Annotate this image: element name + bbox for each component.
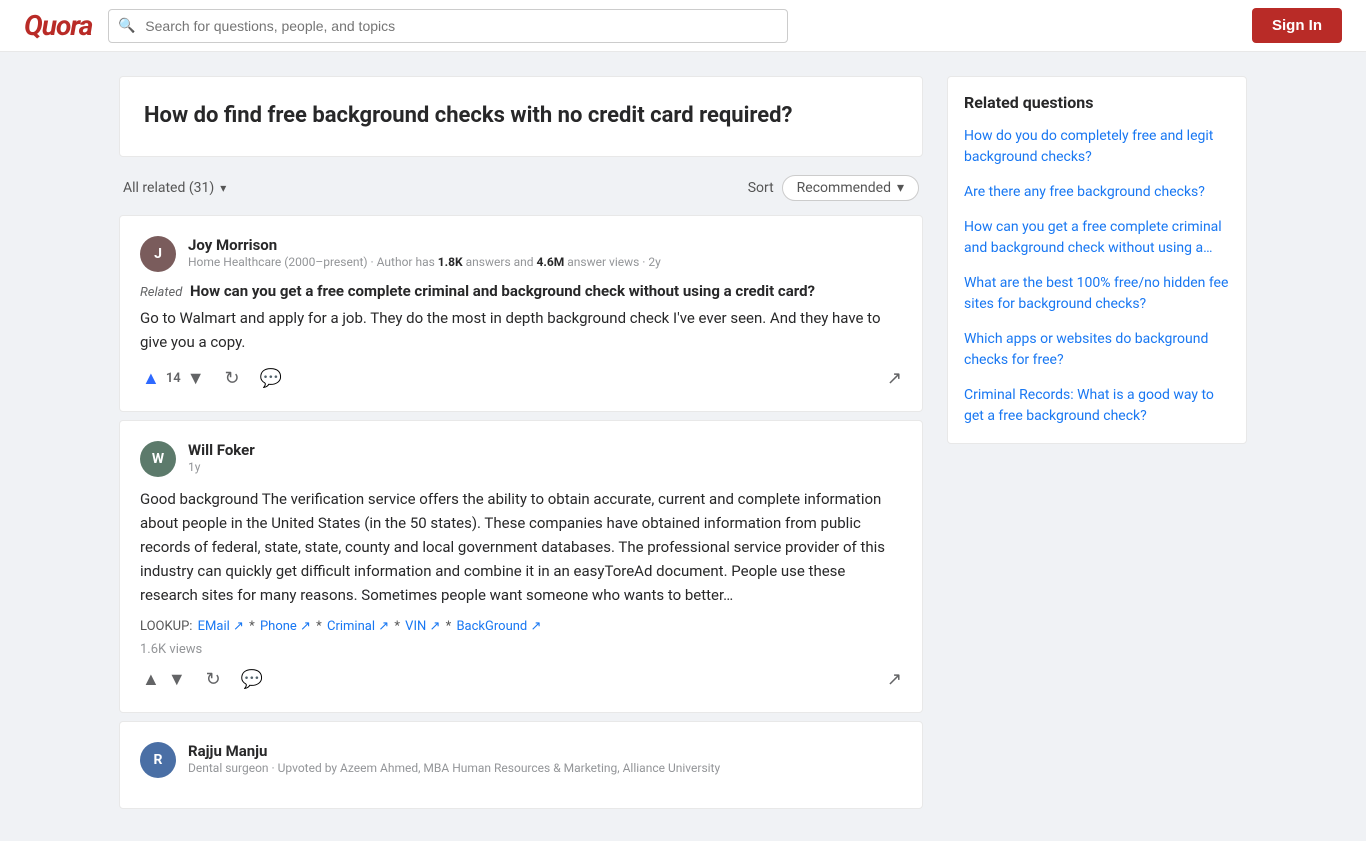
author-info-rajju-manju: Rajju Manju Dental surgeon · Upvoted by … [188,742,902,777]
chevron-down-icon: ▾ [220,181,226,195]
header: Quora 🔍 Sign In [0,0,1366,52]
search-icon: 🔍 [118,18,135,34]
recommended-label: Recommended [797,180,891,196]
lookup-background-link[interactable]: BackGround ↗ [456,619,541,634]
comment-button[interactable]: 💬 [258,366,284,391]
related-questions-title: Related questions [964,93,1230,112]
views-count: 1.6K views [140,642,902,657]
all-related-dropdown[interactable]: All related (31) ▾ [123,180,226,196]
avatar-initials: J [154,246,162,262]
answer-header: J Joy Morrison Home Healthcare (2000–pre… [140,236,902,272]
answer-header: R Rajju Manju Dental surgeon · Upvoted b… [140,742,902,778]
question-card: How do find free background checks with … [119,76,923,157]
author-meta: Home Healthcare (2000–present) · Author … [188,254,902,271]
avatar-initials: R [154,752,163,768]
lookup-text: LOOKUP: [140,619,196,634]
related-link-1[interactable]: Are there any free background checks? [964,182,1230,203]
author-meta: 1y [188,459,902,476]
time-ago: 1y [188,460,200,474]
related-link-3[interactable]: What are the best 100% free/no hidden fe… [964,273,1230,315]
upvote-button[interactable]: ▲ [140,366,162,391]
avatar-initials: W [152,451,164,467]
author-name[interactable]: Will Foker [188,441,902,459]
lookup-links: LOOKUP: EMail ↗ * Phone ↗ * Criminal ↗ *… [140,619,902,634]
quora-logo[interactable]: Quora [24,9,92,42]
related-link-4[interactable]: Which apps or websites do background che… [964,329,1230,371]
avatar-rajju-manju[interactable]: R [140,742,176,778]
avatar-joy-morrison[interactable]: J [140,236,176,272]
related-questions-box: Related questions How do you do complete… [947,76,1247,444]
all-related-label: All related (31) [123,180,214,196]
answers-controls: All related (31) ▾ Sort Recommended ▾ [119,165,923,211]
related-link-2[interactable]: How can you get a free complete criminal… [964,217,1230,259]
sign-in-button[interactable]: Sign In [1252,8,1342,43]
related-label: Related [140,285,182,300]
action-bar: ▲ ▼ ↻ 💬 ↗ [140,667,902,692]
answer-body: Good background The verification service… [140,487,902,607]
related-question: How can you get a free complete criminal… [190,282,815,300]
related-link-0[interactable]: How do you do completely free and legit … [964,126,1230,168]
answer-card-will-foker: W Will Foker 1y Good background The veri… [119,420,923,713]
lookup-criminal-link[interactable]: Criminal ↗ [327,619,389,634]
search-bar: 🔍 [108,9,788,43]
chevron-down-icon: ▾ [897,180,904,196]
author-info-will-foker: Will Foker 1y [188,441,902,476]
avatar-will-foker[interactable]: W [140,441,176,477]
header-right: Sign In [1252,8,1342,43]
author-meta: Dental surgeon · Upvoted by Azeem Ahmed,… [188,760,902,777]
comment-button[interactable]: 💬 [239,667,265,692]
meta-mid: answers and [463,255,537,269]
reshare-button[interactable]: ↻ [204,667,223,692]
lookup-phone-link[interactable]: Phone ↗ [260,619,311,634]
vote-group: ▲ ▼ [140,667,188,692]
meta-text: Home Healthcare (2000–present) · Author … [188,255,438,269]
sidebar: Related questions How do you do complete… [947,76,1247,817]
meta-end: answer views · 2y [564,255,661,269]
related-link-5[interactable]: Criminal Records: What is a good way to … [964,385,1230,427]
vote-group: ▲ 14 ▼ [140,366,207,391]
upvote-button[interactable]: ▲ [140,667,162,692]
answer-header: W Will Foker 1y [140,441,902,477]
share-icon[interactable]: ↗ [887,368,902,389]
sort-dropdown[interactable]: Recommended ▾ [782,175,919,201]
downvote-button[interactable]: ▼ [166,667,188,692]
author-name[interactable]: Joy Morrison [188,236,902,254]
search-input[interactable] [108,9,788,43]
vote-count: 14 [166,371,181,386]
sort-area: Sort Recommended ▾ [748,175,919,201]
page-container: How do find free background checks with … [103,52,1263,841]
author-name[interactable]: Rajju Manju [188,742,902,760]
lookup-vin-link[interactable]: VIN ↗ [405,619,440,634]
answer-card-joy-morrison: J Joy Morrison Home Healthcare (2000–pre… [119,215,923,412]
share-icon[interactable]: ↗ [887,669,902,690]
share-answer-button[interactable]: ↻ [223,366,242,391]
question-title: How do find free background checks with … [144,101,898,132]
answers-count: 1.8K [438,255,463,269]
author-info-joy-morrison: Joy Morrison Home Healthcare (2000–prese… [188,236,902,271]
answer-card-rajju-manju: R Rajju Manju Dental surgeon · Upvoted b… [119,721,923,809]
main-content: How do find free background checks with … [119,76,923,817]
related-tag: Related How can you get a free complete … [140,282,902,300]
sort-label: Sort [748,180,774,196]
views-count: 4.6M [537,255,565,269]
downvote-button[interactable]: ▼ [185,366,207,391]
lookup-email-link[interactable]: EMail ↗ [198,619,244,634]
answer-body: Go to Walmart and apply for a job. They … [140,306,902,354]
action-bar: ▲ 14 ▼ ↻ 💬 ↗ [140,366,902,391]
